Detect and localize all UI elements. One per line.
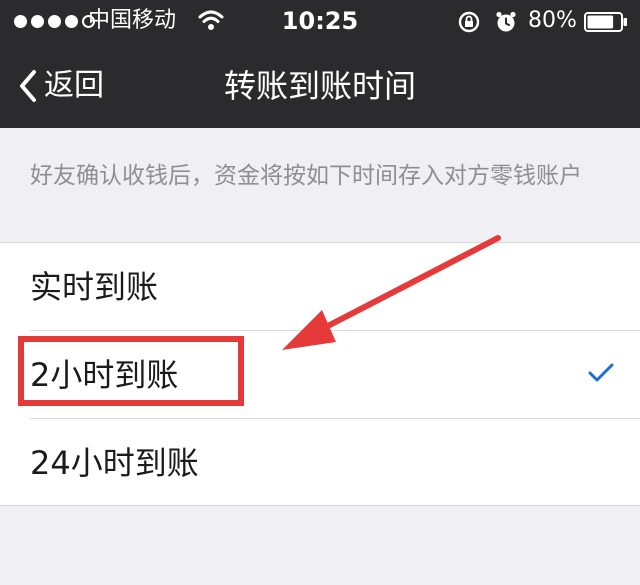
- option-24-hours[interactable]: 24小时到账: [0, 419, 640, 507]
- header: 中国移动 10:25 80% 返回 转账到账时间: [0, 0, 640, 128]
- option-realtime[interactable]: 实时到账: [0, 243, 640, 331]
- alarm-icon: [496, 11, 516, 32]
- navigation-bar: 返回 转账到账时间: [0, 44, 640, 128]
- option-label: 24小时到账: [30, 444, 199, 482]
- option-label: 实时到账: [30, 268, 159, 306]
- annotation-highlight-box: [18, 336, 244, 406]
- page-title: 转账到账时间: [223, 67, 416, 105]
- battery-icon: [584, 12, 627, 32]
- transfer-time-description: 好友确认收钱后，资金将按如下时间存入对方零钱账户: [30, 163, 582, 189]
- orientation-lock-icon: [458, 11, 480, 33]
- battery-percentage: 80%: [528, 8, 577, 33]
- checkmark-icon: [588, 363, 614, 382]
- status-bar: 中国移动 10:25 80%: [0, 0, 640, 44]
